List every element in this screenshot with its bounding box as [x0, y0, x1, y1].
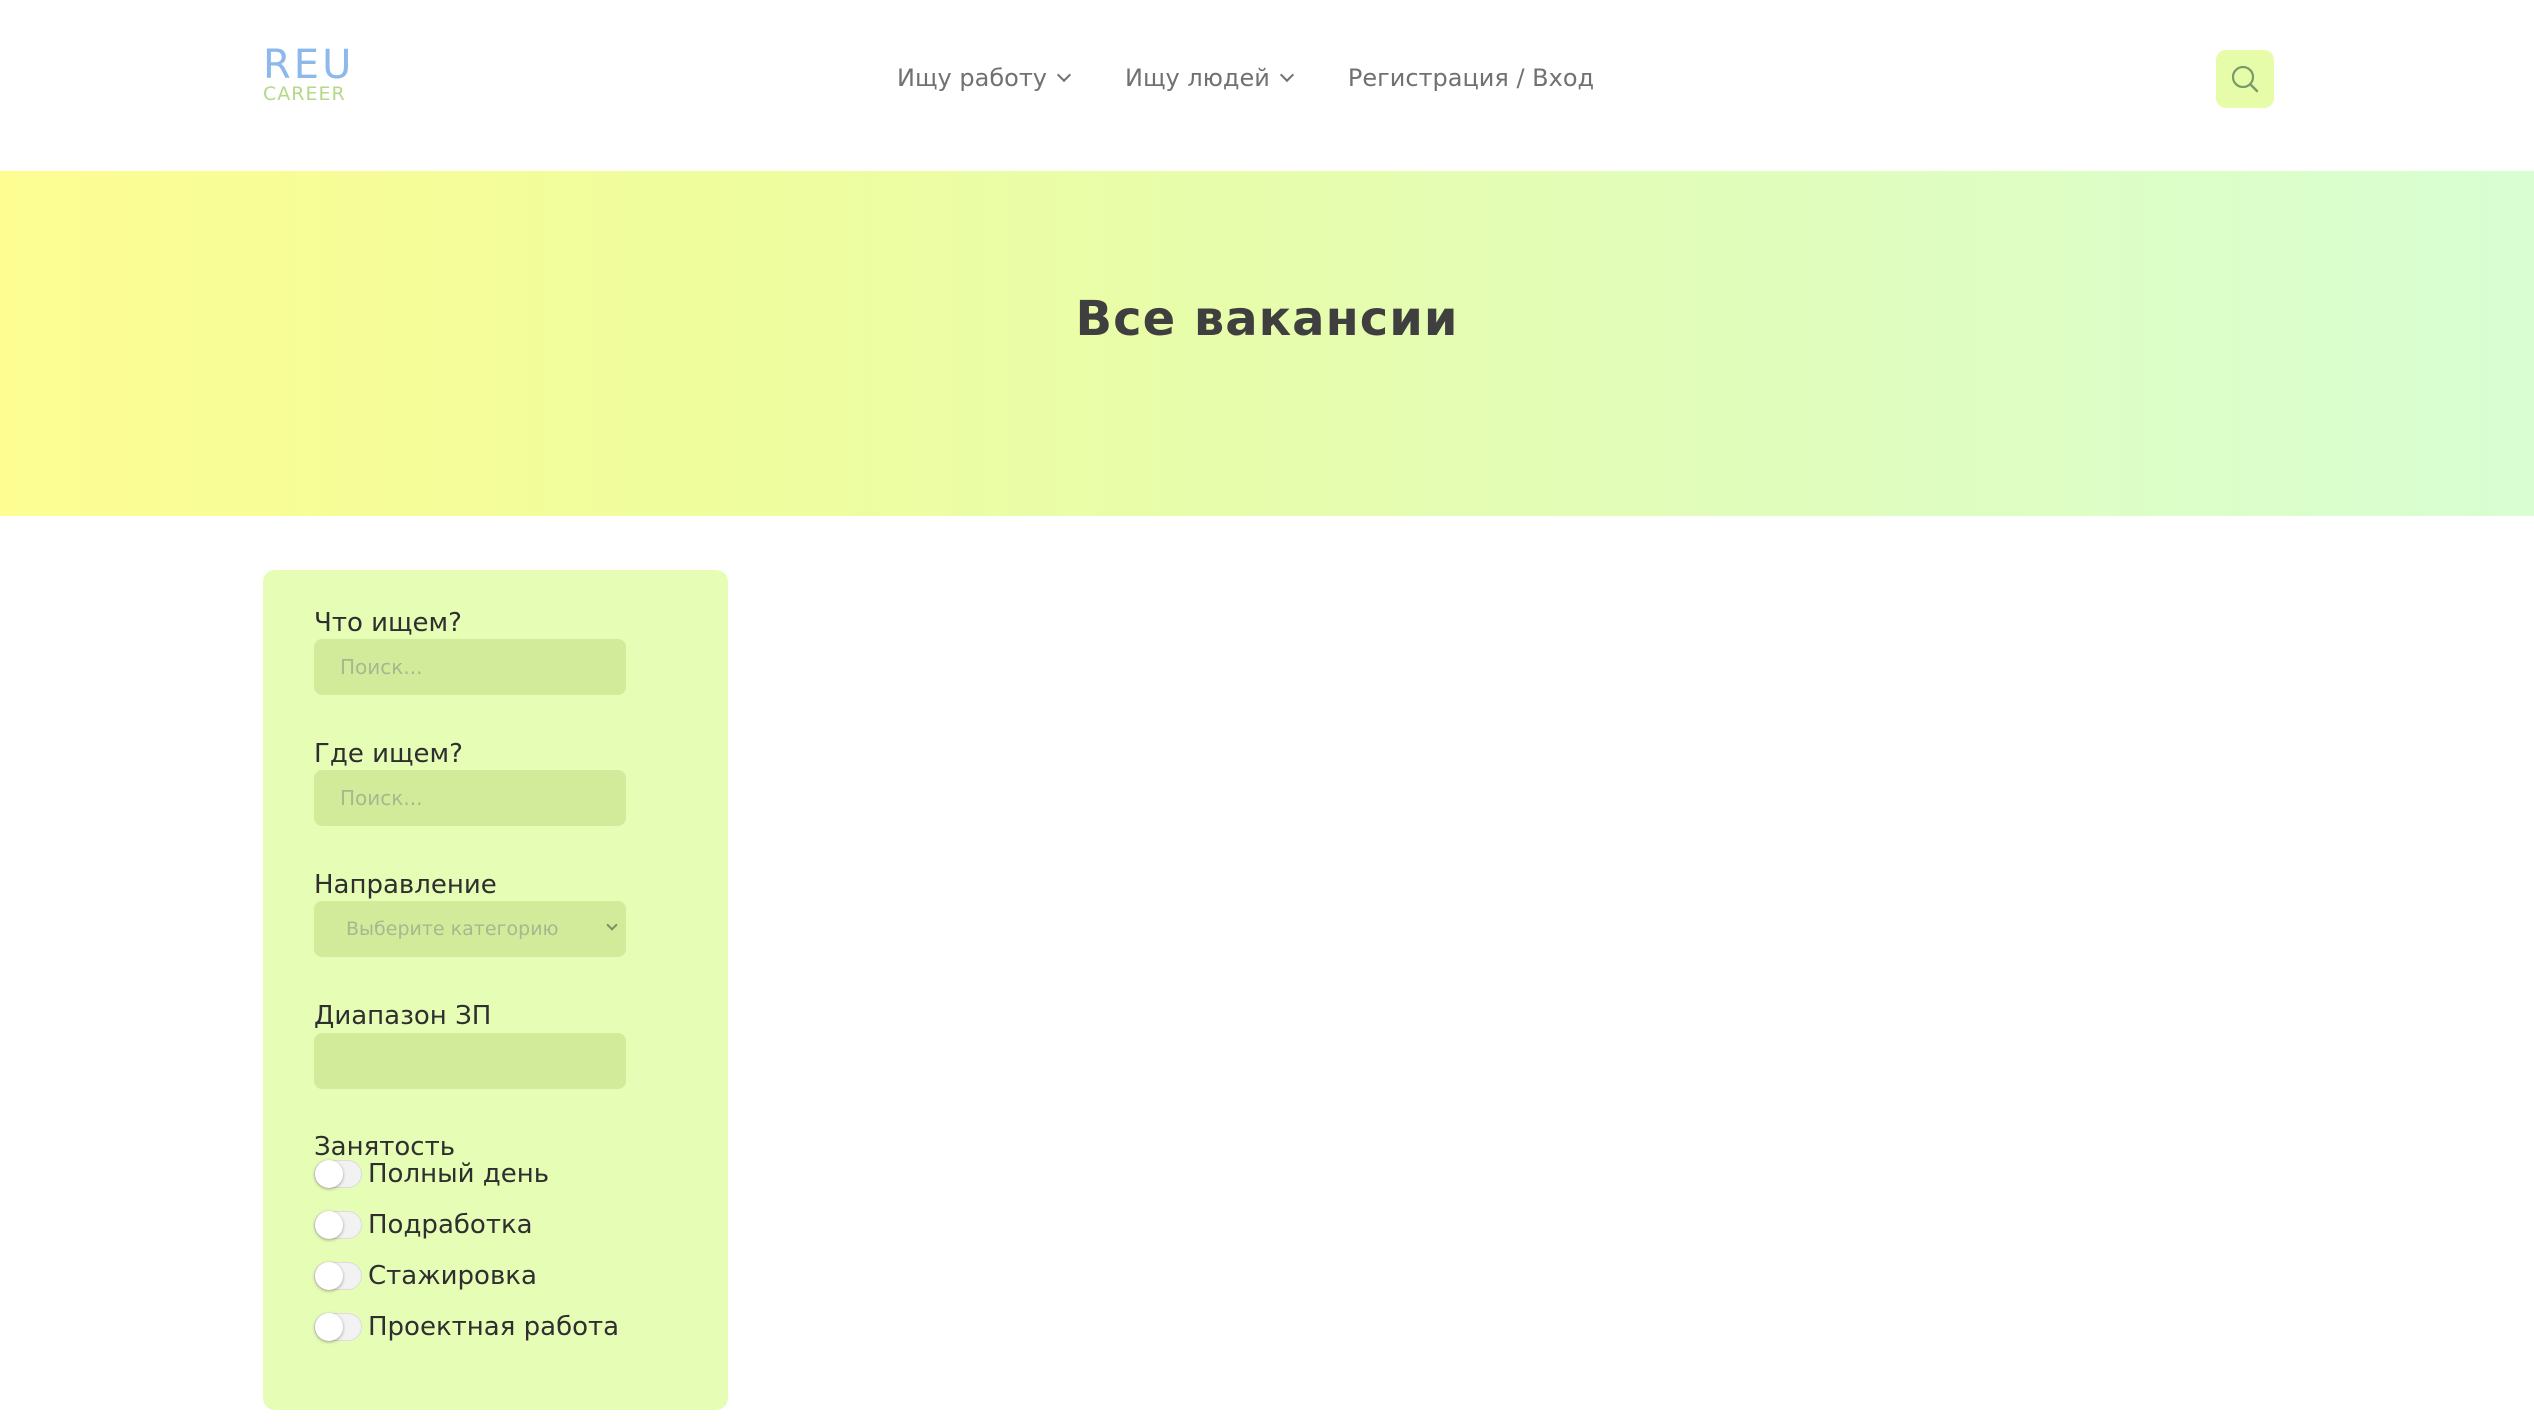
toggle-switch[interactable]	[314, 1313, 362, 1341]
employment-toggle-project[interactable]: Проектная работа	[314, 1309, 619, 1345]
salary-label: Диапазон ЗП	[314, 1001, 492, 1031]
site-header: REU CAREER Ищу работу Ищу людей Регистра…	[0, 0, 2534, 171]
search-button[interactable]	[2216, 50, 2274, 108]
toggle-knob	[315, 1262, 343, 1290]
where-search-input[interactable]	[314, 770, 626, 826]
where-label: Где ищем?	[314, 739, 463, 769]
nav-item-job-search[interactable]: Ищу работу	[897, 64, 1072, 92]
logo-reu-text: REU	[263, 42, 355, 88]
toggle-switch[interactable]	[314, 1211, 362, 1239]
direction-select[interactable]: Выберите категорию	[314, 901, 626, 957]
toggle-switch[interactable]	[314, 1262, 362, 1290]
nav-item-label: Регистрация / Вход	[1347, 64, 1595, 92]
chevron-down-icon	[1056, 67, 1072, 83]
toggle-label: Подработка	[368, 1210, 533, 1240]
toggle-label: Полный день	[368, 1159, 550, 1189]
toggle-label: Проектная работа	[368, 1312, 620, 1342]
site-logo[interactable]: REU CAREER	[263, 45, 353, 107]
nav-item-people-search[interactable]: Ищу людей	[1125, 64, 1294, 92]
main-nav: Ищу работу Ищу людей Регистрация / Вход	[897, 60, 1594, 96]
toggle-knob	[315, 1160, 343, 1188]
salary-range-input[interactable]	[314, 1033, 626, 1089]
employment-toggle-full-day[interactable]: Полный день	[314, 1156, 549, 1192]
toggle-knob	[315, 1313, 343, 1341]
nav-item-login[interactable]: Регистрация / Вход	[1348, 64, 1594, 92]
toggle-switch[interactable]	[314, 1160, 362, 1188]
direction-select-value: Выберите категорию	[346, 918, 559, 940]
what-label: Что ищем?	[314, 608, 462, 638]
what-search-input[interactable]	[314, 639, 626, 695]
employment-toggle-internship[interactable]: Стажировка	[314, 1258, 537, 1294]
chevron-down-icon	[1279, 67, 1294, 83]
page-title: Все вакансии	[1075, 291, 1459, 348]
toggle-label: Стажировка	[368, 1261, 537, 1291]
hero-banner: Все вакансии	[0, 171, 2534, 516]
chevron-down-icon	[606, 919, 618, 931]
toggle-knob	[315, 1211, 343, 1239]
logo-career-text: CAREER	[263, 83, 346, 105]
employment-toggle-part-time[interactable]: Подработка	[314, 1207, 533, 1243]
search-icon	[2231, 65, 2259, 93]
nav-item-label: Ищу работу	[897, 64, 1047, 92]
filter-panel: Что ищем? Где ищем? Направление Выберите…	[263, 570, 728, 1410]
direction-label: Направление	[314, 870, 497, 900]
nav-item-label: Ищу людей	[1125, 64, 1270, 92]
